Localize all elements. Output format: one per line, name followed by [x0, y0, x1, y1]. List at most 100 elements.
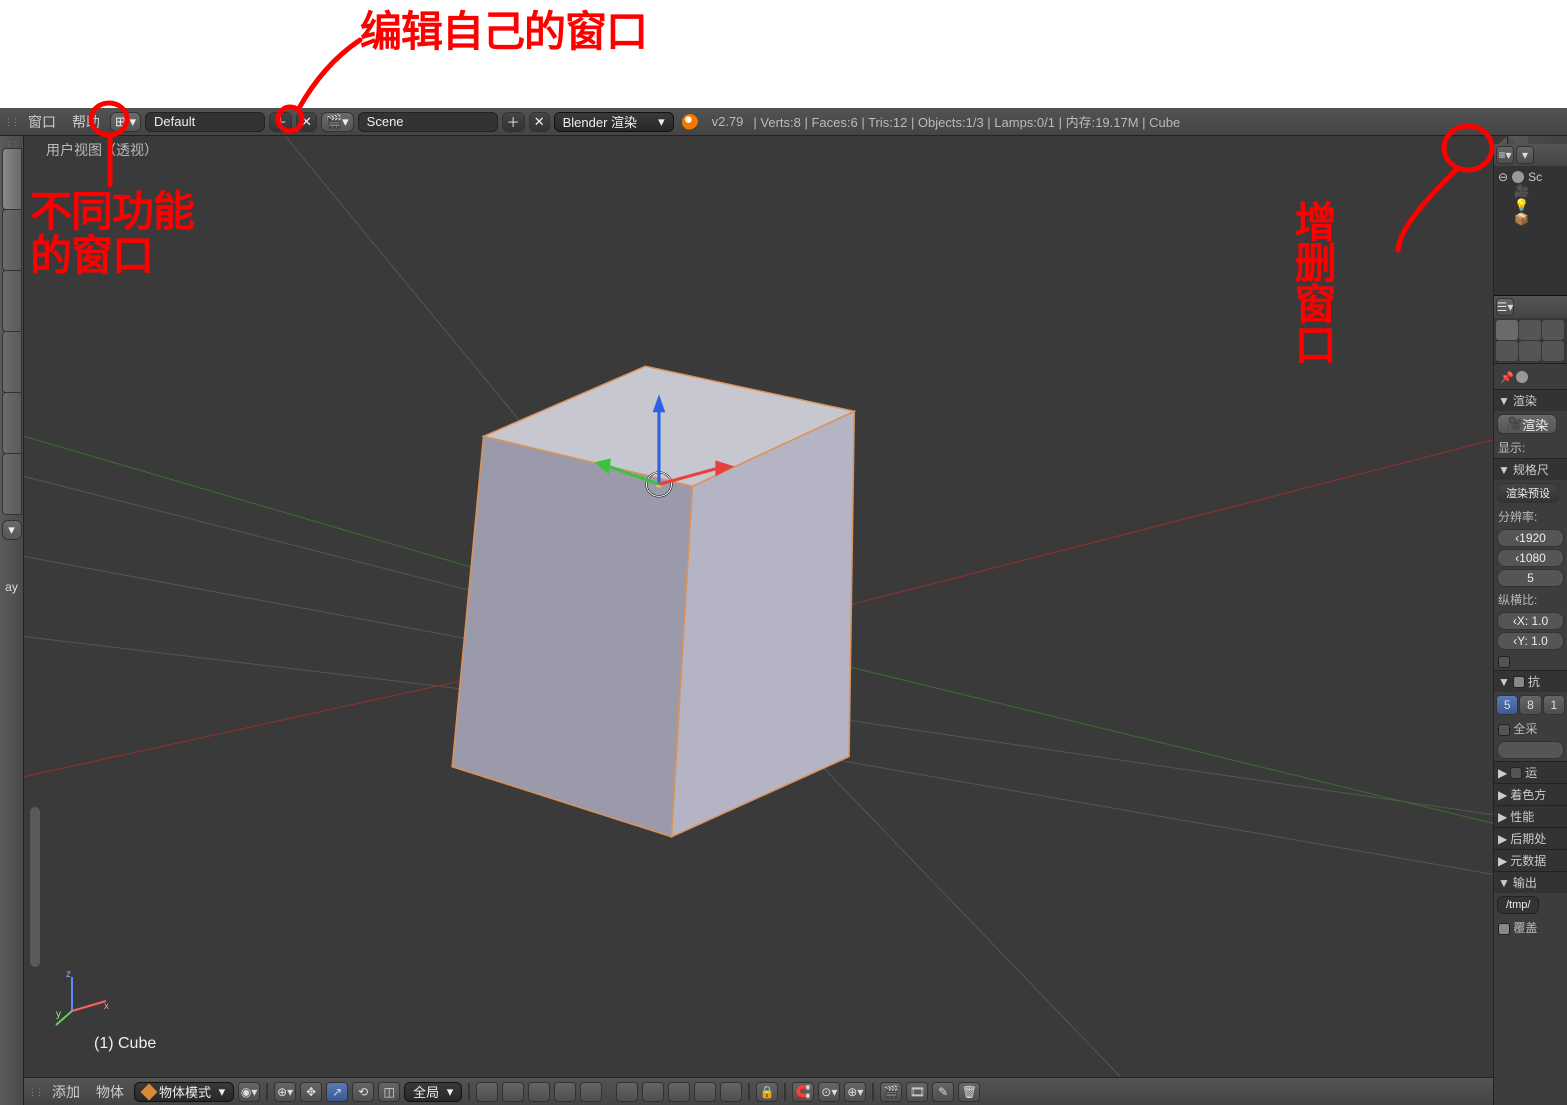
resolution-x-field[interactable]: ‹ 1920	[1497, 529, 1564, 547]
aspect-y-field[interactable]: ‹ Y: 1.0	[1497, 632, 1564, 650]
manipulator-toggle[interactable]: ✥	[300, 1082, 322, 1102]
toolshelf-tab[interactable]	[2, 453, 22, 515]
scene-add-button[interactable]: ＋	[502, 112, 525, 132]
toolshelf-tab[interactable]	[2, 148, 22, 210]
full-sample-checkbox[interactable]	[1498, 724, 1510, 736]
outliner-header: ≡▾ ▾	[1494, 144, 1567, 166]
layer-button[interactable]	[642, 1082, 664, 1102]
outliner-item-row[interactable]: 📦	[1498, 212, 1563, 226]
performance-section-header[interactable]: ▶ 性能	[1494, 805, 1567, 827]
screen-layout-field[interactable]: Default	[145, 112, 265, 132]
render-preview-button[interactable]: 🎬	[880, 1082, 902, 1102]
layer-button[interactable]	[476, 1082, 498, 1102]
object-tab[interactable]	[1519, 341, 1541, 361]
outliner-scene-row[interactable]: ⊖ Sc	[1498, 170, 1563, 184]
post-section-header[interactable]: ▶ 后期处	[1494, 827, 1567, 849]
run-section-header[interactable]: ▶ 运	[1494, 761, 1567, 783]
transform-orientation-dropdown[interactable]: 全局 ▾	[404, 1082, 462, 1102]
gpencil-button[interactable]: 🗑	[958, 1082, 980, 1102]
svg-text:z: z	[66, 969, 71, 980]
scene-icon	[1512, 171, 1524, 183]
aa-samples-5[interactable]: 5	[1496, 695, 1518, 715]
resolution-y-field[interactable]: ‹ 1080	[1497, 549, 1564, 567]
vp-menu-add[interactable]: 添加	[46, 1082, 86, 1102]
toolshelf-tab[interactable]	[2, 209, 22, 271]
editor-type-button[interactable]: ≡▾	[1496, 146, 1514, 164]
toolshelf-scrollbar[interactable]	[30, 807, 40, 967]
layer-button[interactable]	[720, 1082, 742, 1102]
rotate-manipulator-toggle[interactable]: ⟲	[352, 1082, 374, 1102]
screen-layout-delete-button[interactable]: ✕	[296, 112, 317, 132]
outliner-display-button[interactable]: ▾	[1516, 146, 1534, 164]
scene-browse-button[interactable]: 🎬▾	[321, 112, 354, 132]
output-path-field[interactable]: /tmp/	[1497, 896, 1539, 914]
aa-enable-checkbox[interactable]	[1513, 676, 1525, 688]
area-grip-icon[interactable]: ⋮⋮	[4, 119, 18, 125]
area-grip-icon[interactable]: ⋮⋮	[28, 1089, 42, 1095]
toolshelf-tab[interactable]	[2, 270, 22, 332]
toolshelf-tab[interactable]	[2, 331, 22, 393]
layer-button[interactable]	[528, 1082, 550, 1102]
translate-manipulator-toggle[interactable]: ↗	[326, 1082, 348, 1102]
outliner[interactable]: ⊖ Sc 🎥 💡 📦	[1494, 166, 1567, 296]
shading-section-header[interactable]: ▶ 着色方	[1494, 783, 1567, 805]
overwrite-checkbox[interactable]	[1498, 923, 1510, 935]
gpencil-button[interactable]: ✎	[932, 1082, 954, 1102]
render-layers-tab[interactable]	[1519, 320, 1541, 340]
layer-button[interactable]	[694, 1082, 716, 1102]
sidebar-partial-label: ay	[5, 580, 18, 594]
aspect-label: 纵横比:	[1494, 589, 1567, 610]
viewport-shading-button[interactable]: ◉▾	[238, 1082, 260, 1102]
antialias-section-header[interactable]: ▼ 抗	[1494, 670, 1567, 692]
pivot-point-button[interactable]: ⊕▾	[274, 1082, 296, 1102]
svg-text:x: x	[104, 1001, 109, 1012]
scene-delete-button[interactable]: ✕	[529, 112, 550, 132]
layer-button[interactable]	[502, 1082, 524, 1102]
screen-layout-add-button[interactable]: ＋	[269, 112, 292, 132]
layer-button[interactable]	[668, 1082, 690, 1102]
aa-samples-8[interactable]: 8	[1519, 695, 1541, 715]
outliner-item-row[interactable]: 🎥	[1498, 184, 1563, 198]
snap-toggle[interactable]: 🧲	[792, 1082, 814, 1102]
editor-type-button[interactable]: ☰▾	[1496, 298, 1514, 316]
render-section-header[interactable]: ▼ 渲染	[1494, 389, 1567, 411]
aspect-x-field[interactable]: ‹ X: 1.0	[1497, 612, 1564, 630]
menu-window[interactable]: 窗口	[22, 112, 62, 132]
aa-samples-11[interactable]: 1	[1543, 695, 1565, 715]
properties-context-tabs	[1494, 318, 1567, 364]
snap-target-button[interactable]: ⊕▾	[844, 1082, 866, 1102]
menu-help[interactable]: 帮助	[66, 112, 106, 132]
toolshelf-scroll-button[interactable]: ▾	[2, 520, 22, 540]
scene-field[interactable]: Scene	[358, 112, 498, 132]
toolshelf-tab[interactable]	[2, 392, 22, 454]
scene-tab[interactable]	[1542, 320, 1564, 340]
render-tab[interactable]	[1496, 320, 1518, 340]
scale-manipulator-toggle[interactable]: ◫	[378, 1082, 400, 1102]
constraints-tab[interactable]	[1542, 341, 1564, 361]
layer-button[interactable]	[580, 1082, 602, 1102]
layer-button[interactable]	[616, 1082, 638, 1102]
motion-blur-checkbox[interactable]	[1510, 767, 1522, 779]
render-button[interactable]: 🎥 渲染	[1497, 414, 1557, 434]
screen-layout-browse-button[interactable]: ⊞ ▾	[110, 112, 141, 132]
aa-size-field[interactable]	[1497, 741, 1564, 759]
lock-camera-button[interactable]: 🔒	[756, 1082, 778, 1102]
render-engine-dropdown[interactable]: Blender 渲染▾	[554, 112, 674, 132]
render-animation-button[interactable]: 🎞	[906, 1082, 928, 1102]
3d-viewport[interactable]: 用户视图（透视） (1) Cube z x y	[24, 136, 1507, 1077]
dimensions-section-header[interactable]: ▼ 规格尺	[1494, 458, 1567, 480]
outliner-item-row[interactable]: 💡	[1498, 198, 1563, 212]
info-header: ⋮⋮ 窗口 帮助 ⊞ ▾ Default ＋ ✕ 🎬▾ Scene ＋ ✕ Bl…	[0, 108, 1567, 136]
world-tab[interactable]	[1496, 341, 1518, 361]
mode-dropdown[interactable]: 物体模式 ▾	[134, 1082, 234, 1102]
border-checkbox[interactable]	[1498, 656, 1510, 668]
main-area: ⋮⋮ ▾ ay	[0, 136, 1567, 1105]
output-section-header[interactable]: ▼ 输出	[1494, 871, 1567, 893]
layer-button[interactable]	[554, 1082, 576, 1102]
pin-icon[interactable]	[1516, 371, 1528, 383]
snap-element-button[interactable]: ⊙▾	[818, 1082, 840, 1102]
resolution-percent-field[interactable]: 5	[1497, 569, 1564, 587]
render-preset-dropdown[interactable]: 渲染预设	[1497, 483, 1559, 503]
metadata-section-header[interactable]: ▶ 元数据	[1494, 849, 1567, 871]
vp-menu-object[interactable]: 物体	[90, 1082, 130, 1102]
